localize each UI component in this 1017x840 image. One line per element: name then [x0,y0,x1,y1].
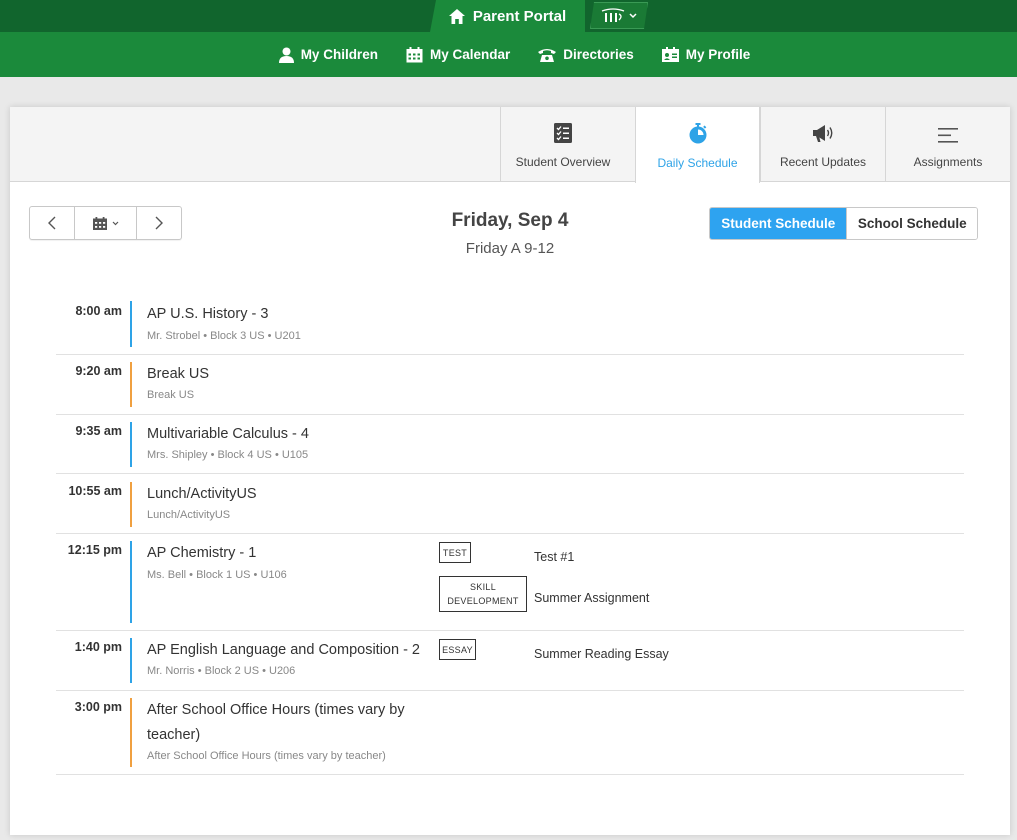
chevron-down-icon [629,13,637,19]
schedule-row: 1:40 pm AP English Language and Composit… [56,631,964,691]
period-time: 10:55 am [68,484,122,498]
chevron-right-icon [155,216,163,230]
tab-recent-updates[interactable]: Recent Updates [760,107,885,182]
period-time: 1:40 pm [74,640,122,654]
chevron-left-icon [48,216,56,230]
main-nav: My Children My Calendar Directories My P… [0,32,1017,77]
period-details: Mrs. Shipley • Block 4 US • U105 [147,449,309,461]
next-day-button[interactable] [137,207,181,239]
date-navigator [29,206,182,240]
period-color-bar [130,482,132,527]
assignment-type-badge: TEST [439,542,471,563]
period-details: Mr. Norris • Block 2 US • U206 [147,665,296,677]
period-time: 9:35 am [75,424,122,438]
period-title[interactable]: AP U.S. History - 3 [147,302,268,327]
parent-portal-tab[interactable]: Parent Portal [430,0,585,32]
period-time: 9:20 am [75,364,122,378]
period-color-bar [130,422,132,467]
date-picker-button[interactable] [75,207,137,239]
period-color-bar [130,638,132,683]
period-title[interactable]: Multivariable Calculus - 4 [147,422,309,447]
period-color-bar [130,362,132,407]
tab-daily-schedule[interactable]: Daily Schedule [635,107,760,183]
assignment-type-badge: SKILL DEVELOPMENT [439,576,527,612]
date-title: Friday, Sep 4 [451,210,569,231]
assignment-type-badge: ESSAY [439,639,476,660]
period-time: 12:15 pm [67,543,122,557]
schedule-row: 8:00 am AP U.S. History - 3 Mr. Strobel … [56,301,964,355]
top-bar: Parent Portal [0,0,1017,32]
previous-day-button[interactable] [30,207,75,239]
schedule-row: 9:20 am Break US Break US [56,355,964,415]
schedule-row: 3:00 pm After School Office Hours (times… [56,691,964,775]
period-title[interactable]: Break US [147,362,209,387]
period-title[interactable]: AP English Language and Composition - 2 [147,638,420,663]
tab-assignments[interactable]: Assignments [885,107,1010,182]
portal-title: Parent Portal [472,7,567,25]
tabs-strip: Student Overview Daily Schedule Recent U… [10,107,1010,183]
megaphone-icon [813,125,833,142]
assignment-link[interactable]: Summer Reading Essay [534,647,669,661]
school-switcher[interactable] [590,2,648,29]
day-rotation: Friday A 9-12 [465,240,555,257]
nav-my-children[interactable]: My Children [278,47,378,63]
id-card-icon [661,47,679,62]
nav-my-profile[interactable]: My Profile [661,47,750,62]
tab-student-overview[interactable]: Student Overview [500,107,625,182]
stopwatch-icon [689,123,706,144]
calendar-icon [92,216,107,230]
schedule-card: Student Overview Daily Schedule Recent U… [10,107,1010,835]
period-time: 3:00 pm [74,700,122,714]
assignment-link[interactable]: Test #1 [534,550,574,564]
period-details: After School Office Hours (times vary by… [147,750,386,762]
period-color-bar [130,301,132,347]
school-logo-icon [601,8,625,24]
person-icon [278,47,294,63]
period-details: Lunch/ActivityUS [147,509,231,521]
checklist-icon [554,123,572,143]
schedule-row: 10:55 am Lunch/ActivityUS Lunch/Activity… [56,474,964,534]
period-details: Ms. Bell • Block 1 US • U106 [147,569,287,581]
chevron-down-icon [112,221,118,225]
nav-my-calendar[interactable]: My Calendar [406,46,510,63]
phone-icon [538,49,557,62]
period-details: Mr. Strobel • Block 3 US • U201 [147,330,301,342]
calendar-icon [406,46,423,62]
lines-icon [938,128,958,143]
schedule-row: 12:15 pm AP Chemistry - 1 Ms. Bell • Blo… [56,534,964,631]
schedule-row: 9:35 am Multivariable Calculus - 4 Mrs. … [56,415,964,474]
period-title[interactable]: Lunch/ActivityUS [147,482,257,507]
period-title[interactable]: After School Office Hours (times vary by… [147,698,405,748]
period-time: 8:00 am [75,304,122,318]
period-title[interactable]: AP Chemistry - 1 [147,541,256,566]
period-color-bar [130,698,132,767]
period-details: Break US [147,389,195,401]
assignment-link[interactable]: Summer Assignment [534,591,649,605]
student-schedule-button[interactable]: Student Schedule [710,208,847,239]
home-icon [448,8,465,24]
schedule-toggle: Student Schedule School Schedule [709,207,978,240]
school-schedule-button[interactable]: School Schedule [846,208,977,239]
period-color-bar [130,541,132,623]
nav-directories[interactable]: Directories [538,47,634,62]
